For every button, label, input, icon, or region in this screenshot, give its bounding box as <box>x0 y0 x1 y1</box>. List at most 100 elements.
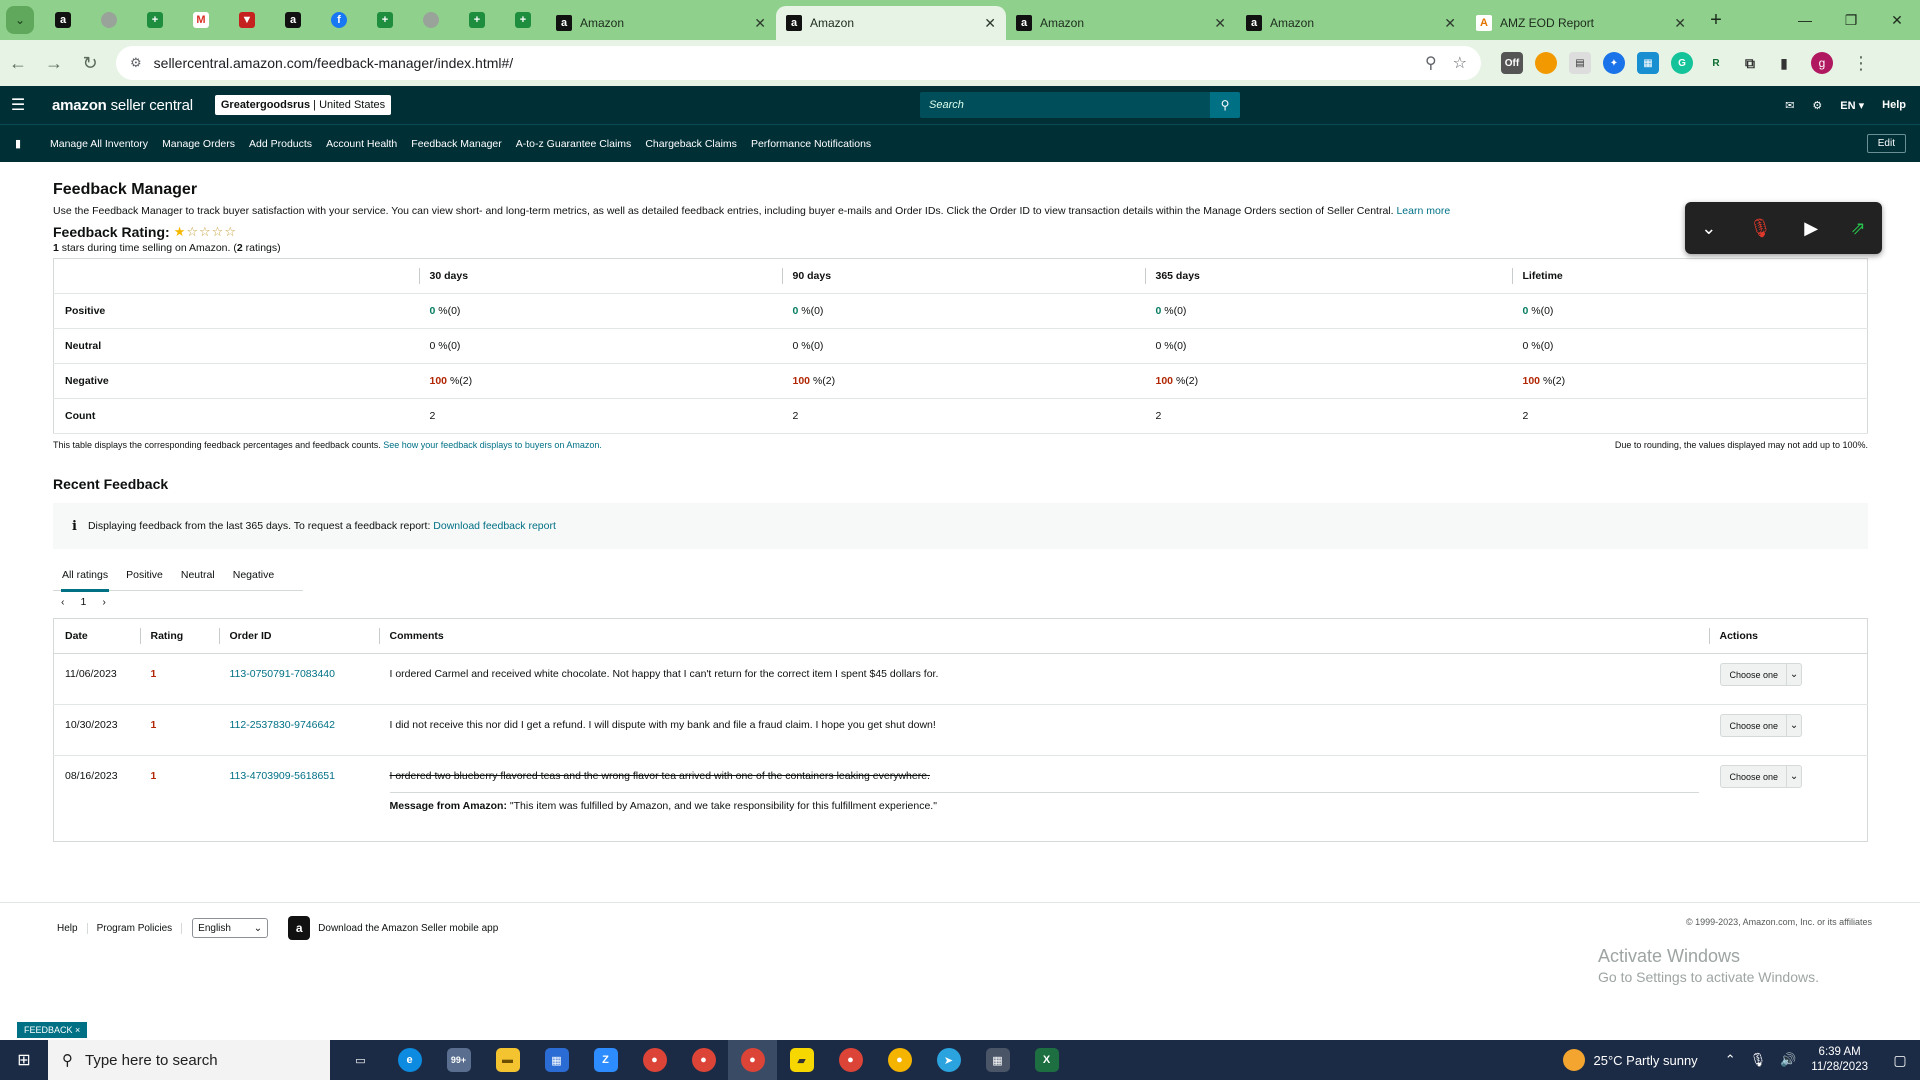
pinned-tab[interactable]: + <box>454 0 500 40</box>
notifications-icon[interactable]: ▢ <box>1880 1052 1920 1069</box>
profile-avatar[interactable]: g <box>1811 52 1833 74</box>
language-selector[interactable]: EN ▾ <box>1840 99 1864 112</box>
pinned-tab[interactable]: ▼ <box>224 0 270 40</box>
action-dropdown[interactable]: Choose one ⌄ <box>1719 765 1803 788</box>
tab-negative[interactable]: Negative <box>224 559 283 591</box>
help-link[interactable]: Help <box>1882 99 1906 111</box>
pinned-tab[interactable]: M <box>178 0 224 40</box>
browser-tab[interactable]: a Amazon ✕ <box>546 6 776 40</box>
gear-icon[interactable]: ⚙ <box>1812 99 1822 112</box>
close-icon[interactable]: ✕ <box>1214 15 1226 32</box>
language-select[interactable]: English ⌄ <box>192 918 269 938</box>
telegram-icon[interactable]: ➤ <box>924 1040 973 1080</box>
url-input[interactable]: ⚙ sellercentral.amazon.com/feedback-mana… <box>116 46 1481 80</box>
side-panel-icon[interactable]: ▮ <box>1773 52 1795 74</box>
clock[interactable]: 6:39 AM 11/28/2023 <box>1811 1045 1868 1075</box>
browser-tab[interactable]: A AMZ EOD Report ✕ <box>1466 6 1696 40</box>
minimize-icon[interactable]: — <box>1782 0 1828 40</box>
search-icon[interactable]: ⚲ <box>1210 92 1240 118</box>
order-id-link[interactable]: 113-0750791-7083440 <box>230 668 336 680</box>
pinned-tab[interactable]: + <box>362 0 408 40</box>
tab-positive[interactable]: Positive <box>117 559 172 591</box>
close-icon[interactable]: ✕ <box>754 15 766 32</box>
zoom-icon[interactable]: ⚲ <box>1425 53 1437 73</box>
chevron-up-icon[interactable]: ⌃ <box>1725 1052 1736 1068</box>
excel-icon[interactable]: X <box>1022 1040 1071 1080</box>
extension-icon[interactable] <box>1535 52 1557 74</box>
extension-icon[interactable]: R <box>1705 52 1727 74</box>
windows-start-icon[interactable]: ⊞ <box>0 1050 48 1070</box>
pinned-tab[interactable]: a <box>270 0 316 40</box>
weather-widget[interactable]: 25°C Partly sunny <box>1563 1049 1698 1071</box>
nav-feedback-manager[interactable]: Feedback Manager <box>411 138 501 150</box>
pinned-tab[interactable]: + <box>500 0 546 40</box>
new-tab-button[interactable]: + <box>1702 6 1730 34</box>
nav-chargeback-claims[interactable]: Chargeback Claims <box>645 138 737 150</box>
tab-search-button[interactable]: ⌄ <box>6 6 34 34</box>
close-icon[interactable]: ✕ <box>1444 15 1456 32</box>
order-id-link[interactable]: 112-2537830-9746642 <box>230 719 336 731</box>
pinned-tab[interactable]: a <box>40 0 86 40</box>
restore-icon[interactable]: ❐ <box>1828 0 1874 40</box>
calculator-icon[interactable]: ▦ <box>973 1040 1022 1080</box>
download-feedback-report-link[interactable]: Download feedback report <box>433 520 556 532</box>
learn-more-link[interactable]: Learn more <box>1396 205 1450 217</box>
zoom-app-icon[interactable]: Z <box>581 1040 630 1080</box>
hamburger-menu-icon[interactable]: ☰ <box>0 95 36 115</box>
nav-performance-notifications[interactable]: Performance Notifications <box>751 138 871 150</box>
pinned-tab[interactable] <box>408 0 454 40</box>
footer-policies-link[interactable]: Program Policies <box>88 922 183 934</box>
chrome-icon[interactable]: ● <box>679 1040 728 1080</box>
taskbar-search[interactable]: ⚲ Type here to search <box>48 1040 330 1080</box>
chevron-down-icon[interactable]: ⌄ <box>1701 218 1716 239</box>
video-camera-icon[interactable]: ▶ <box>1804 218 1818 239</box>
share-screen-icon[interactable]: ⇗ <box>1851 218 1866 239</box>
sticky-notes-icon[interactable]: ▰ <box>777 1040 826 1080</box>
mic-muted-icon[interactable]: 🎙 <box>1749 218 1772 239</box>
see-feedback-display-link[interactable]: See how your feedback displays to buyers… <box>383 440 602 450</box>
file-explorer-icon[interactable]: ▬ <box>483 1040 532 1080</box>
nav-a-to-z-claims[interactable]: A-to-z Guarantee Claims <box>516 138 632 150</box>
feedback-badge[interactable]: FEEDBACK × <box>17 1022 88 1038</box>
tab-neutral[interactable]: Neutral <box>172 559 224 591</box>
close-icon[interactable]: ✕ <box>1674 15 1686 32</box>
task-view-icon[interactable]: ▭ <box>336 1040 385 1080</box>
chrome-icon[interactable]: ● <box>630 1040 679 1080</box>
extension-icon[interactable]: ✦ <box>1603 52 1625 74</box>
action-dropdown[interactable]: Choose one ⌄ <box>1719 663 1803 686</box>
close-window-icon[interactable]: ✕ <box>1874 0 1920 40</box>
chevron-left-icon[interactable]: ‹ <box>61 596 65 608</box>
forward-icon[interactable]: → <box>36 45 72 81</box>
extension-icon[interactable]: ▤ <box>1569 52 1591 74</box>
chevron-right-icon[interactable]: › <box>102 596 106 608</box>
footer-help-link[interactable]: Help <box>48 922 88 934</box>
action-dropdown[interactable]: Choose one ⌄ <box>1719 714 1803 737</box>
bookmark-star-icon[interactable]: ☆ <box>1453 53 1467 73</box>
search-input[interactable]: Search <box>920 92 1210 118</box>
pinned-tab[interactable]: f <box>316 0 362 40</box>
site-info-icon[interactable]: ⚙ <box>130 55 142 71</box>
tab-all-ratings[interactable]: All ratings <box>53 559 117 592</box>
nav-manage-inventory[interactable]: Manage All Inventory <box>50 138 148 150</box>
reload-icon[interactable]: ↻ <box>72 45 108 81</box>
browser-tab[interactable]: a Amazon ✕ <box>776 6 1006 40</box>
back-icon[interactable]: ← <box>0 45 36 81</box>
store-icon[interactable]: ▦ <box>532 1040 581 1080</box>
extension-icon[interactable]: ▦ <box>1637 52 1659 74</box>
nav-manage-orders[interactable]: Manage Orders <box>162 138 235 150</box>
bookmark-icon[interactable]: ▮ <box>0 137 36 150</box>
pinned-tab[interactable]: + <box>132 0 178 40</box>
seller-central-logo[interactable]: amazon seller central <box>52 97 193 114</box>
extension-icon[interactable]: Off <box>1501 52 1523 74</box>
browser-tab[interactable]: a Amazon ✕ <box>1006 6 1236 40</box>
order-id-link[interactable]: 113-4703909-5618651 <box>230 770 336 782</box>
nav-add-products[interactable]: Add Products <box>249 138 312 150</box>
grammarly-icon[interactable]: G <box>1671 52 1693 74</box>
page-number[interactable]: 1 <box>81 596 87 608</box>
chrome-icon[interactable]: ● <box>875 1040 924 1080</box>
edit-nav-button[interactable]: Edit <box>1866 134 1906 153</box>
store-selector[interactable]: Greatergoodsrus | United States <box>214 95 392 115</box>
browser-tab[interactable]: a Amazon ✕ <box>1236 6 1466 40</box>
chrome-icon[interactable]: ● <box>826 1040 875 1080</box>
mail-icon[interactable]: ✉ <box>1785 99 1794 112</box>
